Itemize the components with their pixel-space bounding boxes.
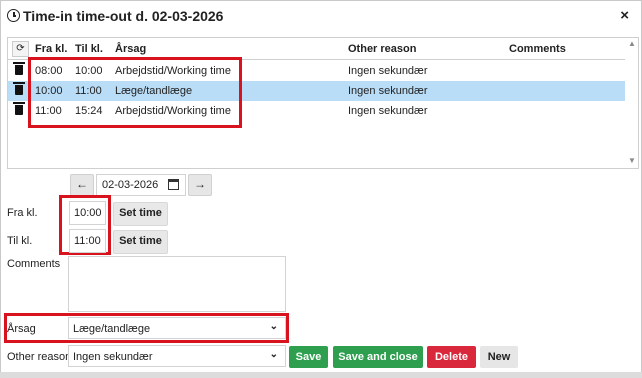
- chevron-down-icon: ⌄: [269, 349, 278, 360]
- date-field[interactable]: 02-03-2026: [96, 174, 186, 196]
- col-to[interactable]: Til kl.: [75, 43, 103, 55]
- date-value: 02-03-2026: [102, 179, 159, 191]
- close-icon[interactable]: ×: [620, 7, 629, 24]
- col-from[interactable]: Fra kl.: [35, 43, 67, 55]
- highlight-box: [28, 57, 242, 128]
- comments-textarea[interactable]: [68, 256, 286, 312]
- grid-scrollbar[interactable]: ▲ ▼: [627, 38, 637, 166]
- set-from-time-button[interactable]: Set time: [113, 202, 168, 226]
- calendar-icon[interactable]: [168, 179, 179, 190]
- scroll-down-icon[interactable]: ▼: [628, 156, 636, 165]
- highlight-box: [4, 313, 289, 343]
- refresh-icon[interactable]: ⟳: [12, 41, 29, 57]
- col-comments[interactable]: Comments: [509, 43, 566, 55]
- other-reason-value: Ingen sekundær: [73, 351, 153, 363]
- trash-icon[interactable]: [13, 82, 25, 95]
- new-button[interactable]: New: [480, 346, 518, 368]
- other-reason-select[interactable]: Ingen sekundær ⌄: [68, 345, 286, 367]
- time-dialog: Time-in time-out d. 02-03-2026 × ⟳ Fra k…: [0, 0, 642, 378]
- prev-day-button[interactable]: ←: [70, 174, 94, 196]
- comments-label: Comments: [7, 258, 61, 270]
- trash-icon[interactable]: [13, 102, 25, 115]
- save-button[interactable]: Save: [289, 346, 328, 368]
- delete-button[interactable]: Delete: [427, 346, 476, 368]
- row-other: Ingen sekundær: [348, 85, 428, 97]
- next-day-button[interactable]: →: [188, 174, 212, 196]
- row-other: Ingen sekundær: [348, 65, 428, 77]
- other-reason-label: Other reason: [7, 351, 72, 363]
- scroll-up-icon[interactable]: ▲: [628, 39, 636, 48]
- save-and-close-button[interactable]: Save and close: [333, 346, 423, 368]
- from-label: Fra kl.: [7, 207, 38, 219]
- bottom-strip: [0, 372, 642, 378]
- trash-icon[interactable]: [13, 62, 25, 75]
- set-to-time-button[interactable]: Set time: [113, 230, 168, 254]
- to-label: Til kl.: [7, 235, 33, 247]
- col-other-reason[interactable]: Other reason: [348, 43, 416, 55]
- to-time-input[interactable]: 11:00: [69, 229, 106, 253]
- row-other: Ingen sekundær: [348, 105, 428, 117]
- clock-icon: [7, 9, 20, 22]
- dialog-title-text: Time-in time-out d. 02-03-2026: [23, 8, 224, 24]
- col-reason[interactable]: Årsag: [115, 43, 146, 55]
- dialog-title: Time-in time-out d. 02-03-2026: [7, 8, 223, 24]
